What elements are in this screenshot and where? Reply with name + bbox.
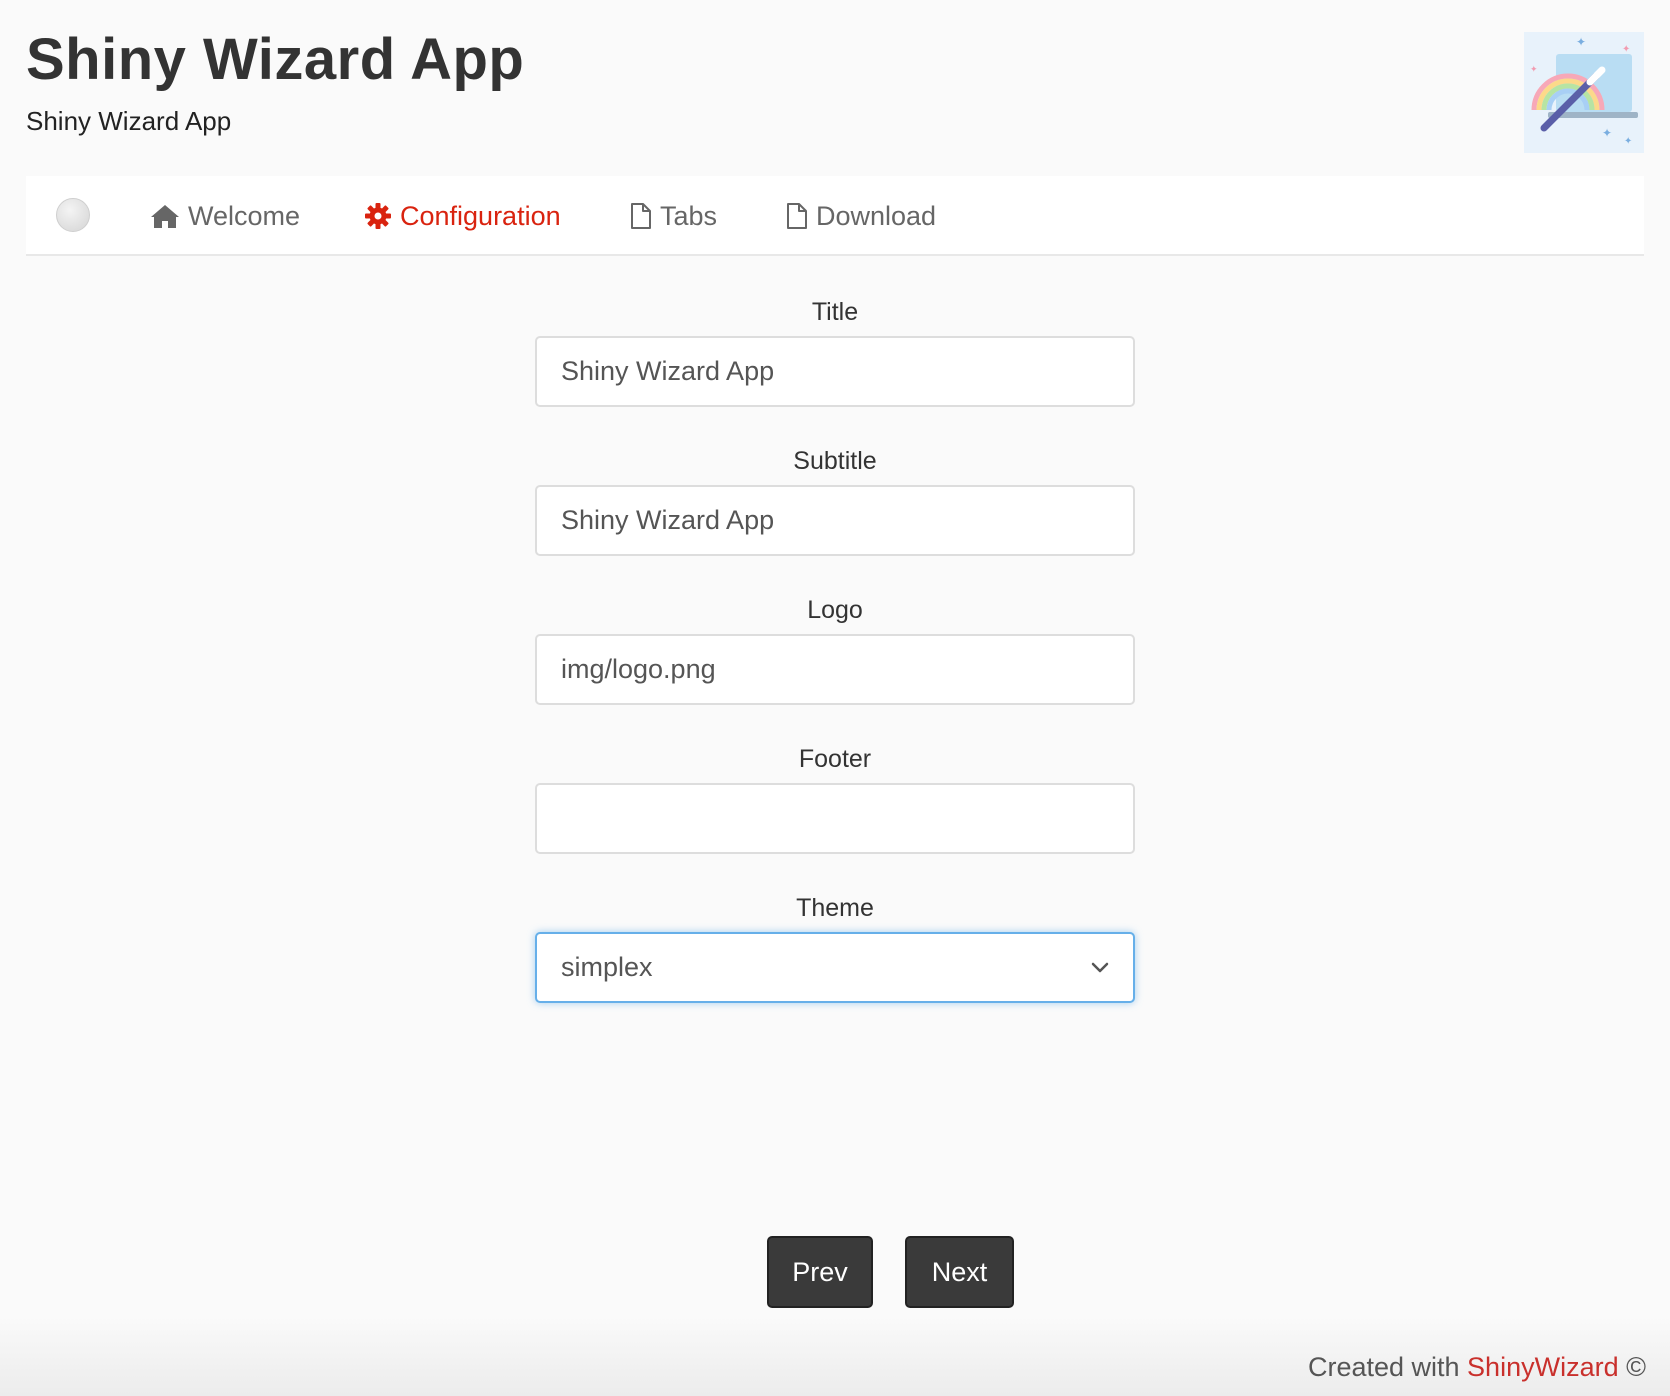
- app-header: Shiny Wizard App Shiny Wizard App: [26, 28, 524, 137]
- theme-label: Theme: [796, 894, 874, 922]
- app-subtitle: Shiny Wizard App: [26, 105, 232, 136]
- title-input[interactable]: [535, 336, 1135, 407]
- logo-input[interactable]: [535, 634, 1135, 705]
- footer-label: Footer: [798, 745, 872, 773]
- app-title: Shiny Wizard App: [26, 27, 525, 92]
- footer-credit: Created with ShinyWizard ©: [1308, 1352, 1646, 1383]
- home-icon: [151, 205, 179, 228]
- wizard-logo-icon: ✦ ✦ ✦ ✦ ✦: [1524, 32, 1644, 153]
- theme-select[interactable]: simplex: [535, 932, 1135, 1003]
- title-label: Title: [811, 298, 859, 326]
- tab-download-label: Download: [816, 200, 937, 231]
- tab-configuration[interactable]: Configuration: [364, 176, 561, 256]
- tab-tabs[interactable]: Tabs: [630, 176, 717, 256]
- subtitle-input[interactable]: [535, 485, 1135, 556]
- svg-text:✦: ✦: [1530, 65, 1538, 75]
- nav-toggle-button[interactable]: [56, 198, 90, 232]
- logo-label: Logo: [807, 596, 863, 624]
- svg-text:✦: ✦: [1576, 35, 1586, 49]
- svg-text:✦: ✦: [1624, 136, 1632, 147]
- wizard-navbar: Welcome Configuration Tabs Download: [26, 176, 1644, 256]
- title-field-group: Title: [535, 292, 1135, 441]
- theme-selected-value: simplex: [561, 952, 653, 982]
- logo-field-group: Logo: [535, 590, 1135, 739]
- svg-text:✦: ✦: [1622, 44, 1630, 55]
- prev-button[interactable]: Prev: [767, 1236, 873, 1308]
- footer-suffix: ©: [1618, 1352, 1646, 1382]
- tab-welcome[interactable]: Welcome: [150, 176, 300, 256]
- footer-input[interactable]: [535, 783, 1135, 854]
- tab-download[interactable]: Download: [786, 176, 936, 256]
- configuration-form: Title Subtitle Logo Footer Theme simplex: [535, 292, 1135, 1037]
- file-icon: [787, 203, 807, 229]
- subtitle-field-group: Subtitle: [535, 441, 1135, 590]
- shinywizard-link[interactable]: ShinyWizard: [1467, 1352, 1619, 1382]
- footer-field-group: Footer: [535, 739, 1135, 888]
- chevron-down-icon: [1091, 962, 1109, 972]
- app-logo: ✦ ✦ ✦ ✦ ✦: [1524, 32, 1644, 153]
- tab-tabs-label: Tabs: [660, 200, 718, 231]
- svg-text:✦: ✦: [1602, 126, 1612, 140]
- next-button[interactable]: Next: [905, 1236, 1014, 1308]
- footer-prefix: Created with: [1307, 1352, 1468, 1382]
- subtitle-label: Subtitle: [793, 447, 877, 475]
- gear-icon: [365, 203, 391, 229]
- theme-field-group: Theme simplex: [535, 888, 1135, 1037]
- file-icon: [631, 203, 651, 229]
- wizard-navigation: Prev Next: [767, 1236, 1014, 1308]
- tab-configuration-label: Configuration: [400, 200, 561, 231]
- tab-welcome-label: Welcome: [188, 200, 301, 231]
